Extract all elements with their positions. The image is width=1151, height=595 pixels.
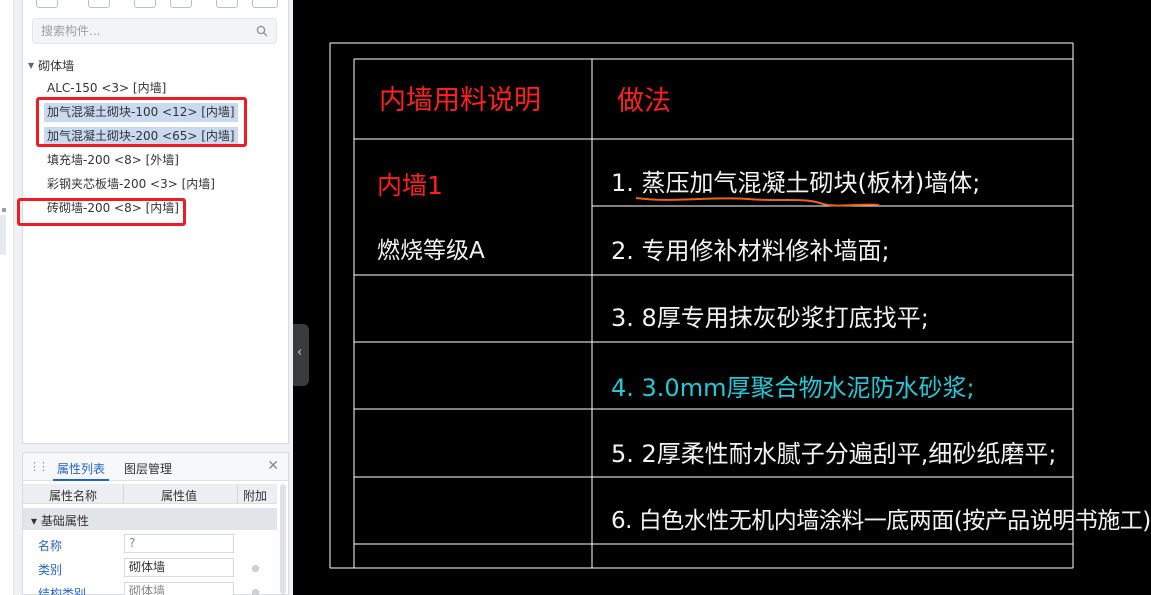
chevron-left-icon: ‹: [297, 345, 303, 360]
tree-item[interactable]: ALC-150 <3> [内墙]: [44, 79, 169, 98]
toolbar-layer-icon[interactable]: [170, 0, 192, 8]
wall-name-label: 内墙1: [377, 171, 443, 200]
property-value-field[interactable]: 砌体墙: [124, 558, 234, 577]
column-header-extra: 附加: [243, 489, 268, 503]
toolbar-filter-icon[interactable]: [216, 0, 238, 8]
toolbar-copy-icon[interactable]: [88, 0, 110, 8]
properties-panel: ⋮⋮ 属性列表 图层管理 ✕ 属性名称 属性值 附加 ▾ 基础属性 名称 ? 类…: [22, 452, 289, 595]
search-input[interactable]: [41, 23, 241, 39]
cad-drawing-canvas[interactable]: 内墙用料说明 做法 内墙1 燃烧等级A 1. 蒸压加气混凝土砌块(板材)墙体; …: [293, 0, 1151, 595]
property-name: 类别: [38, 563, 63, 577]
tree-item[interactable]: 填充墙-200 <8> [外墙]: [44, 151, 182, 170]
property-value-field[interactable]: 砌体墙: [124, 582, 234, 595]
property-row: 类别 砌体墙: [23, 556, 277, 580]
property-value-field[interactable]: ?: [124, 534, 234, 553]
drawing-header-right: 做法: [617, 86, 671, 117]
edge-strip: [0, 0, 14, 595]
tree-group-label: 砌体墙: [38, 58, 75, 73]
tab-properties[interactable]: 属性列表: [57, 460, 105, 477]
tree-item[interactable]: 彩钢夹芯板墙-200 <3> [内墙]: [44, 175, 218, 194]
close-icon[interactable]: ✕: [267, 458, 279, 474]
tree-group-masonry-wall[interactable]: ▼ 砌体墙: [28, 57, 74, 73]
extra-checkbox[interactable]: [252, 565, 259, 572]
drag-grip-icon[interactable]: ⋮⋮: [29, 460, 49, 473]
toolbar-delete-icon[interactable]: [134, 0, 156, 8]
method-step: 6. 白色水性无机内墙涂料一底两面(按产品说明书施工)。: [611, 508, 1151, 534]
search-icon[interactable]: [256, 25, 268, 37]
column-header-value: 属性值: [161, 489, 198, 503]
method-step: 1. 蒸压加气混凝土砌块(板材)墙体;: [611, 169, 981, 197]
properties-scrollbar[interactable]: [280, 484, 286, 594]
annotation-underline: [635, 197, 880, 207]
search-box[interactable]: [32, 18, 277, 44]
properties-header: 属性名称 属性值 附加: [23, 484, 277, 504]
property-row: 结构类别 砌体墙: [23, 580, 277, 595]
section-label: ▾ 基础属性: [31, 514, 89, 528]
edge-tab[interactable]: [0, 215, 6, 255]
fire-grade-label: 燃烧等级A: [377, 238, 485, 264]
method-step: 2. 专用修补材料修补墙面;: [611, 237, 890, 265]
property-row: 名称 ?: [23, 532, 277, 556]
annotation-highlight-box: [17, 198, 186, 226]
property-name: 结构类别: [38, 587, 87, 595]
tab-layer-management[interactable]: 图层管理: [124, 460, 172, 477]
drawing-header-left: 内墙用料说明: [379, 85, 541, 116]
toolbar-more-icon[interactable]: [252, 0, 278, 8]
method-step: 5. 2厚柔性耐水腻子分遍刮平,细砂纸磨平;: [611, 440, 1057, 468]
property-name: 名称: [38, 539, 63, 553]
annotation-highlight-box: [36, 97, 247, 147]
property-section-basic[interactable]: ▾ 基础属性: [23, 508, 277, 530]
collapse-caret-icon[interactable]: ▼: [28, 61, 34, 70]
extra-checkbox[interactable]: [252, 589, 259, 595]
properties-tabbar: ⋮⋮ 属性列表 图层管理 ✕: [23, 453, 288, 481]
column-header-name: 属性名称: [49, 489, 98, 503]
method-step: 4. 3.0mm厚聚合物水泥防水砂浆;: [611, 374, 975, 402]
method-step: 3. 8厚专用抹灰砂浆打底找平;: [611, 304, 929, 332]
left-panel: ▼ 砌体墙 ALC-150 <3> [内墙] 加气混凝土砌块-100 <12> …: [0, 0, 293, 595]
panel-collapse-handle[interactable]: ‹: [293, 324, 309, 386]
toolbar-new-icon[interactable]: [36, 0, 58, 8]
active-tab-indicator: [53, 479, 109, 481]
edge-marker: [2, 208, 6, 212]
